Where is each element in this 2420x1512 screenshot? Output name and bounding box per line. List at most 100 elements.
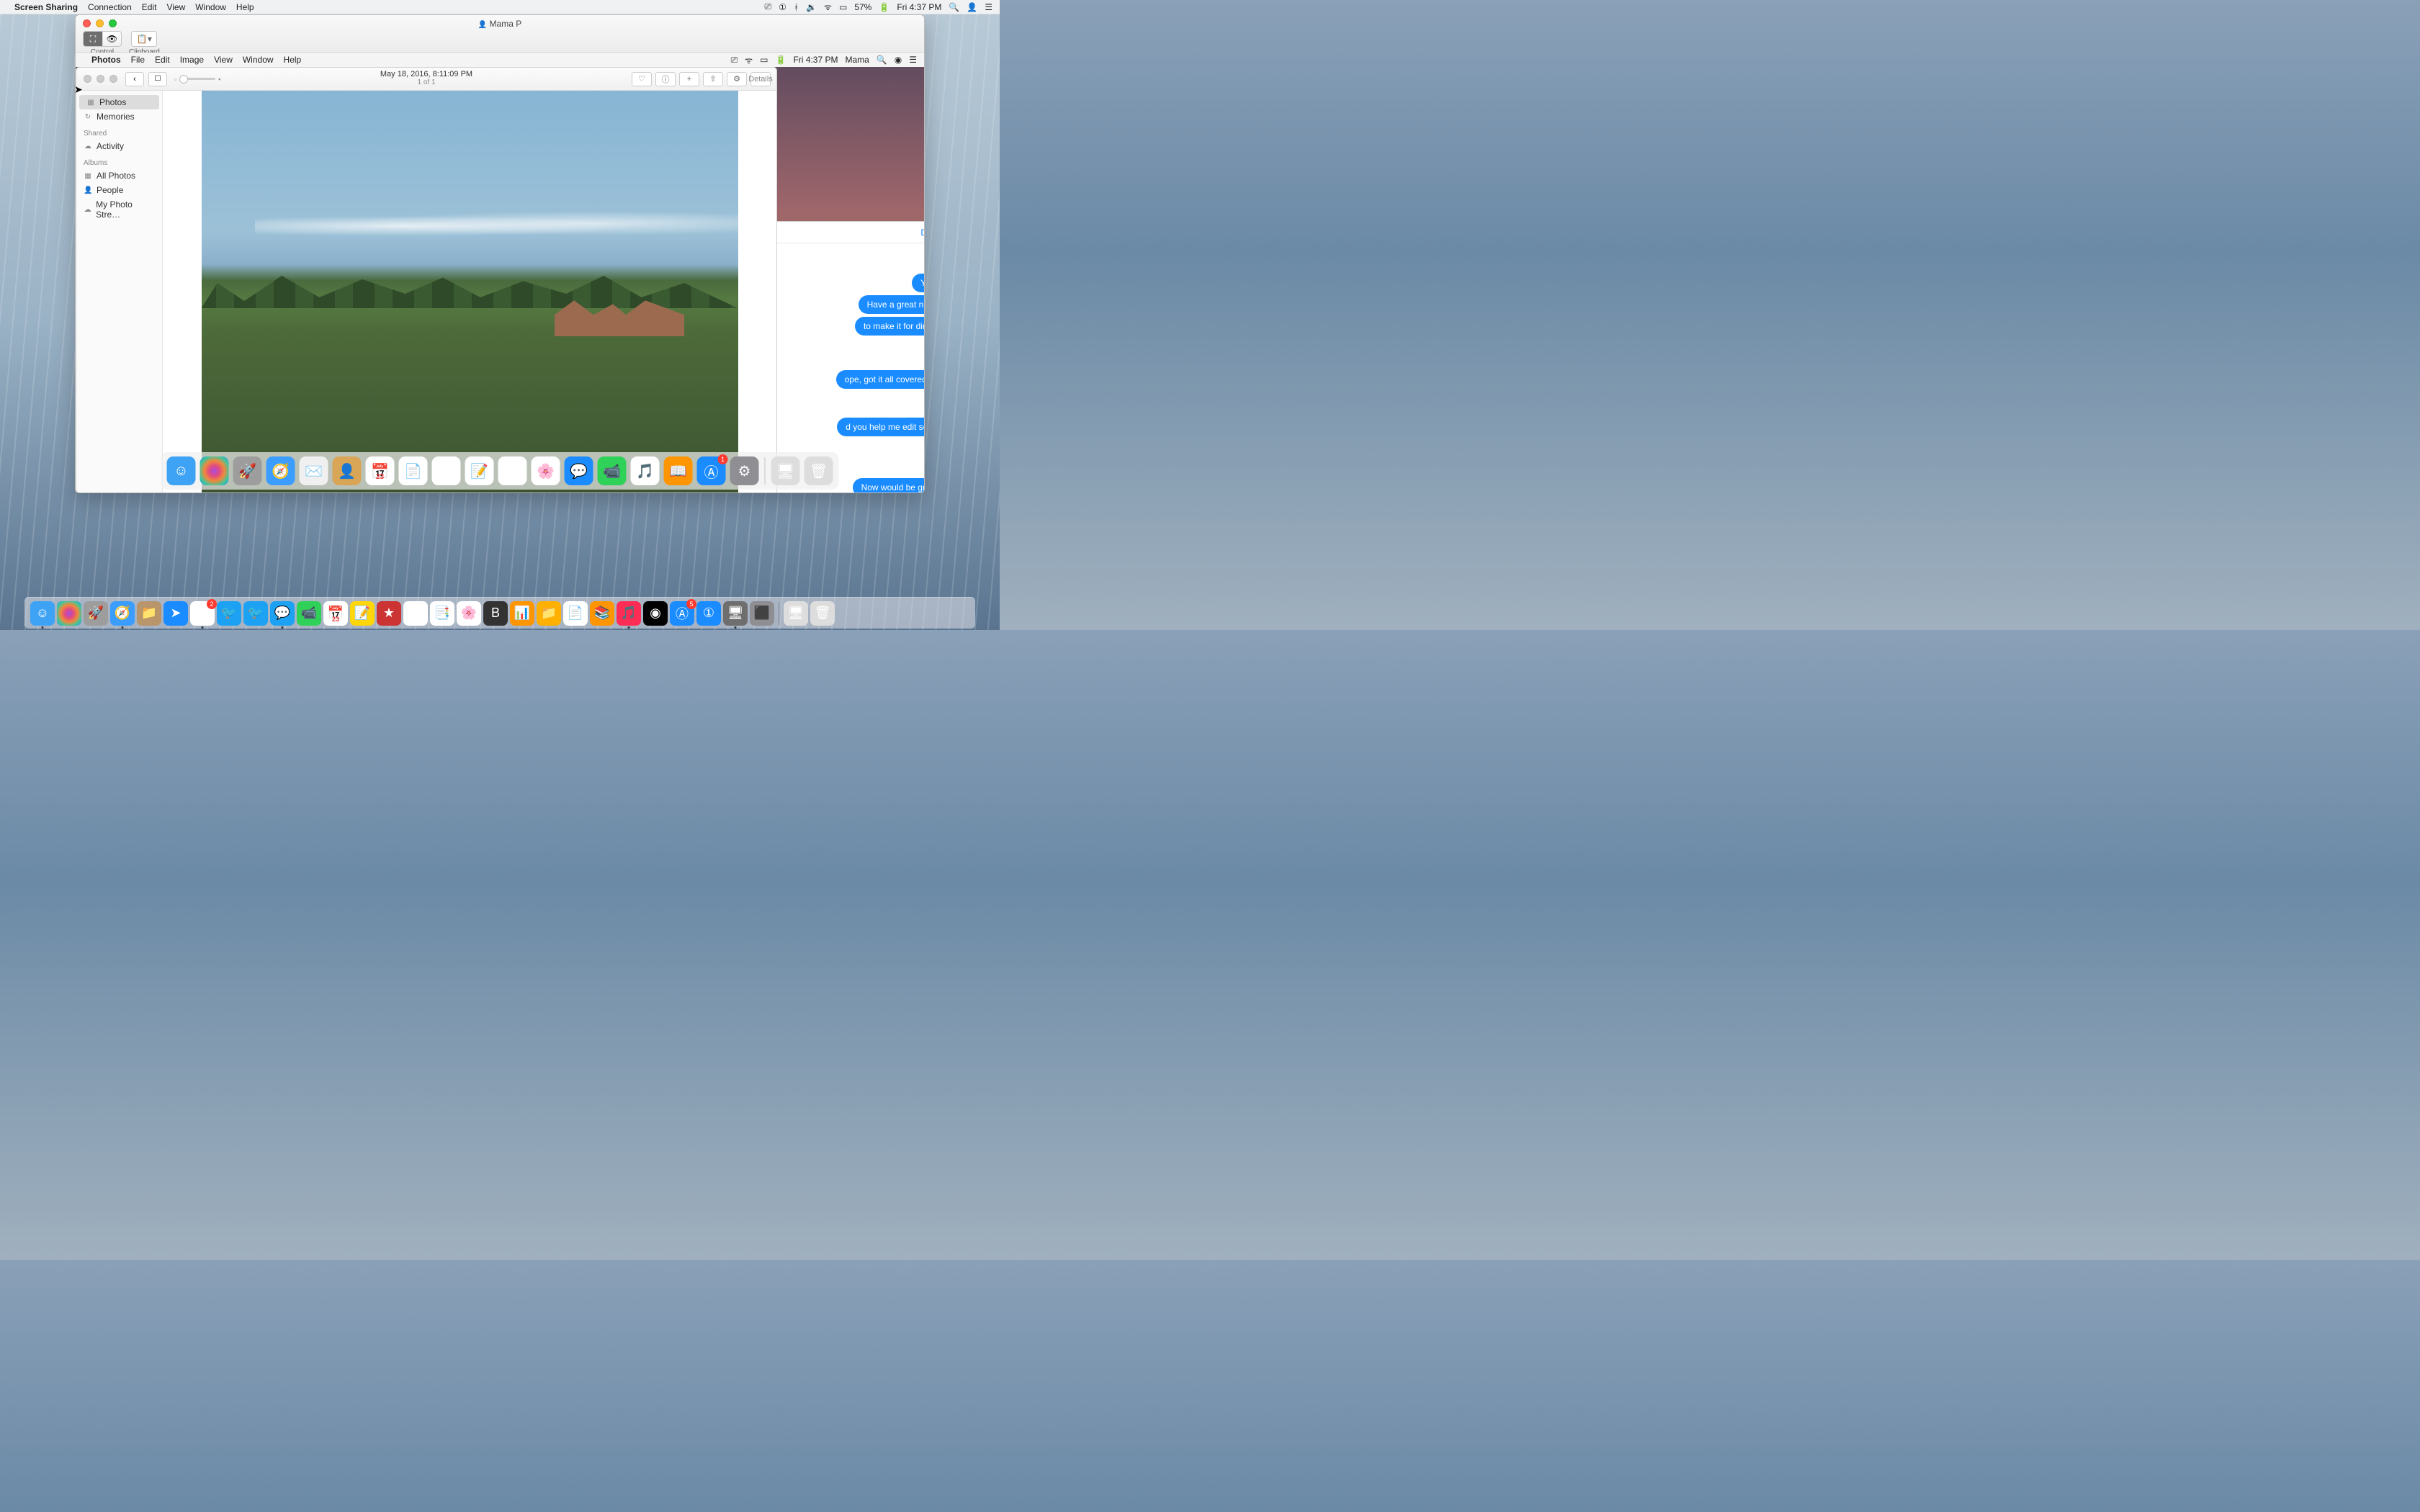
dock-app-icon[interactable]: 🗒 — [432, 456, 461, 485]
outer-dock-app-icon[interactable]: 🌸 — [457, 601, 481, 626]
remote-menu-file[interactable]: File — [131, 55, 145, 65]
dock-app-icon[interactable]: ⚙ — [730, 456, 759, 485]
sidebar-photos[interactable]: ▦Photos — [79, 95, 159, 109]
menubar-window[interactable]: Window — [195, 2, 226, 12]
outer-dock-app-icon[interactable]: 📁 — [537, 601, 561, 626]
dock-app-icon[interactable]: 🎵 — [631, 456, 660, 485]
remote-siri-icon[interactable]: ◉ — [895, 55, 902, 65]
outer-dock-app-icon[interactable]: 📝 — [350, 601, 375, 626]
favorite-button[interactable]: ♡ — [632, 72, 652, 86]
outer-dock-app-icon[interactable]: 📁 — [137, 601, 161, 626]
dock-app-icon[interactable]: 🧭 — [266, 456, 295, 485]
control-mode-button[interactable]: ⛶ — [84, 32, 102, 46]
outer-dock-app-icon[interactable]: 💬 — [270, 601, 295, 626]
dock-app-icon[interactable]: 🗺 — [498, 456, 527, 485]
dock-app-icon[interactable]: ✉️ — [300, 456, 328, 485]
wifi-icon[interactable]: ᯤ — [824, 1, 832, 13]
remote-username[interactable]: Mama — [845, 55, 869, 65]
outer-dock-app-icon[interactable]: 📊 — [510, 601, 534, 626]
dock-app-icon[interactable]: 📝 — [465, 456, 494, 485]
outer-dock-app-icon[interactable]: ◉ — [643, 601, 668, 626]
outer-dock-app-icon[interactable]: 🐦 — [217, 601, 241, 626]
menubar-app-name[interactable]: Screen Sharing — [14, 2, 78, 12]
remote-menu-window[interactable]: Window — [243, 55, 274, 65]
observe-mode-button[interactable]: 👁 — [102, 32, 121, 46]
sidebar-people[interactable]: 👤People — [76, 183, 162, 197]
outer-dock-app-icon[interactable]: Ⓐ5 — [670, 601, 694, 626]
outer-dock-app-icon[interactable] — [57, 601, 81, 626]
remote-menu-image[interactable]: Image — [180, 55, 204, 65]
remote-datetime[interactable]: Fri 4:37 PM — [793, 55, 838, 65]
outer-dock-app-icon[interactable]: 📄 — [563, 601, 588, 626]
spotlight-icon[interactable]: 🔍 — [949, 2, 959, 12]
outer-dock-right-icon[interactable]: 🖥 — [784, 601, 808, 626]
user-avatar-icon[interactable]: 👤 — [967, 2, 977, 12]
dock-app-icon[interactable]: 📅23 — [366, 456, 395, 485]
timemachine-icon[interactable]: ① — [779, 2, 786, 12]
dock-app-icon[interactable]: 📖 — [664, 456, 693, 485]
outer-dock-app-icon[interactable]: ☑ — [403, 601, 428, 626]
info-button[interactable]: ⓘ — [655, 72, 676, 86]
menubar-connection[interactable]: Connection — [88, 2, 132, 12]
outer-dock-app-icon[interactable]: 🐦 — [243, 601, 268, 626]
notification-center-icon[interactable]: ☰ — [985, 2, 992, 12]
dock-app-icon[interactable] — [200, 456, 229, 485]
remote-wifi-icon[interactable]: ᯤ — [745, 54, 753, 66]
dock-app-icon[interactable]: 👤 — [333, 456, 362, 485]
outer-dock-app-icon[interactable]: ★ — [377, 601, 401, 626]
bluetooth-icon[interactable]: ᚼ — [794, 2, 799, 12]
display-icon[interactable]: ▭ — [839, 2, 847, 12]
adjust-button[interactable]: ⚙ — [727, 72, 747, 86]
menubar-edit[interactable]: Edit — [142, 2, 157, 12]
remote-notification-icon[interactable]: ☰ — [909, 55, 917, 65]
remote-menu-edit[interactable]: Edit — [155, 55, 170, 65]
outer-dock-app-icon[interactable]: ⬛ — [750, 601, 774, 626]
dock-app-icon[interactable]: 🚀 — [233, 456, 262, 485]
outer-dock-app-icon[interactable]: 🚀 — [84, 601, 108, 626]
outer-dock-app-icon[interactable]: 📚 — [590, 601, 614, 626]
outer-dock-app-icon[interactable]: ☺ — [30, 601, 55, 626]
menubar-view[interactable]: View — [166, 2, 185, 12]
sidebar-photo-stream[interactable]: ☁My Photo Stre… — [76, 197, 162, 222]
add-button[interactable]: + — [679, 72, 699, 86]
airplay-icon[interactable]: ⎚ — [764, 1, 771, 12]
remote-app-name[interactable]: Photos — [91, 55, 121, 65]
menubar-help[interactable]: Help — [236, 2, 254, 12]
share-button[interactable]: ⇧ — [703, 72, 723, 86]
sidebar-memories[interactable]: ↻Memories — [76, 109, 162, 124]
dock-app-icon[interactable]: Ⓐ1 — [697, 456, 726, 485]
messages-details-link[interactable]: Details — [920, 228, 924, 238]
remote-screenshare-icon[interactable]: ⎚ — [731, 55, 738, 66]
clipboard-button[interactable]: 📋▾ — [132, 32, 156, 46]
photo-viewer[interactable] — [163, 91, 776, 492]
remote-menu-view[interactable]: View — [214, 55, 233, 65]
outer-dock-right-icon[interactable]: 🗑 — [810, 601, 835, 626]
outer-dock-app-icon[interactable]: 🖥 — [723, 601, 748, 626]
dock-right-icon[interactable]: 🗑 — [805, 456, 833, 485]
battery-icon[interactable]: 🔋 — [879, 2, 889, 12]
remote-menu-help[interactable]: Help — [284, 55, 302, 65]
remote-battery-icon[interactable]: 🔋 — [775, 55, 786, 65]
outer-dock-app-icon[interactable]: 📑 — [430, 601, 454, 626]
outer-dock-app-icon[interactable]: 📅23 — [323, 601, 348, 626]
dock-app-icon[interactable]: 💬 — [565, 456, 593, 485]
outer-dock-app-icon[interactable]: 🎵 — [617, 601, 641, 626]
outer-dock-app-icon[interactable]: ① — [696, 601, 721, 626]
remote-airplay-icon[interactable]: ▭ — [760, 55, 768, 65]
outer-dock-app-icon[interactable]: 📹 — [297, 601, 321, 626]
dock-app-icon[interactable]: 🌸 — [532, 456, 560, 485]
sidebar-activity[interactable]: ☁Activity — [76, 139, 162, 153]
outer-dock-app-icon[interactable]: 🧭 — [110, 601, 135, 626]
sidebar-all-photos[interactable]: ▦All Photos — [76, 168, 162, 183]
dock-app-icon[interactable]: ☺ — [167, 456, 196, 485]
outer-dock-app-icon[interactable]: S2 — [190, 601, 215, 626]
details-button[interactable]: Details — [750, 72, 771, 86]
remote-spotlight-icon[interactable]: 🔍 — [877, 55, 887, 65]
outer-dock-app-icon[interactable]: ➤ — [163, 601, 188, 626]
battery-text[interactable]: 57% — [854, 2, 871, 12]
volume-icon[interactable]: 🔉 — [806, 2, 817, 12]
dock-app-icon[interactable]: 📹 — [598, 456, 627, 485]
menubar-datetime[interactable]: Fri 4:37 PM — [897, 2, 941, 12]
dock-right-icon[interactable]: 🖥 — [771, 456, 800, 485]
outer-dock-app-icon[interactable]: B — [483, 601, 508, 626]
